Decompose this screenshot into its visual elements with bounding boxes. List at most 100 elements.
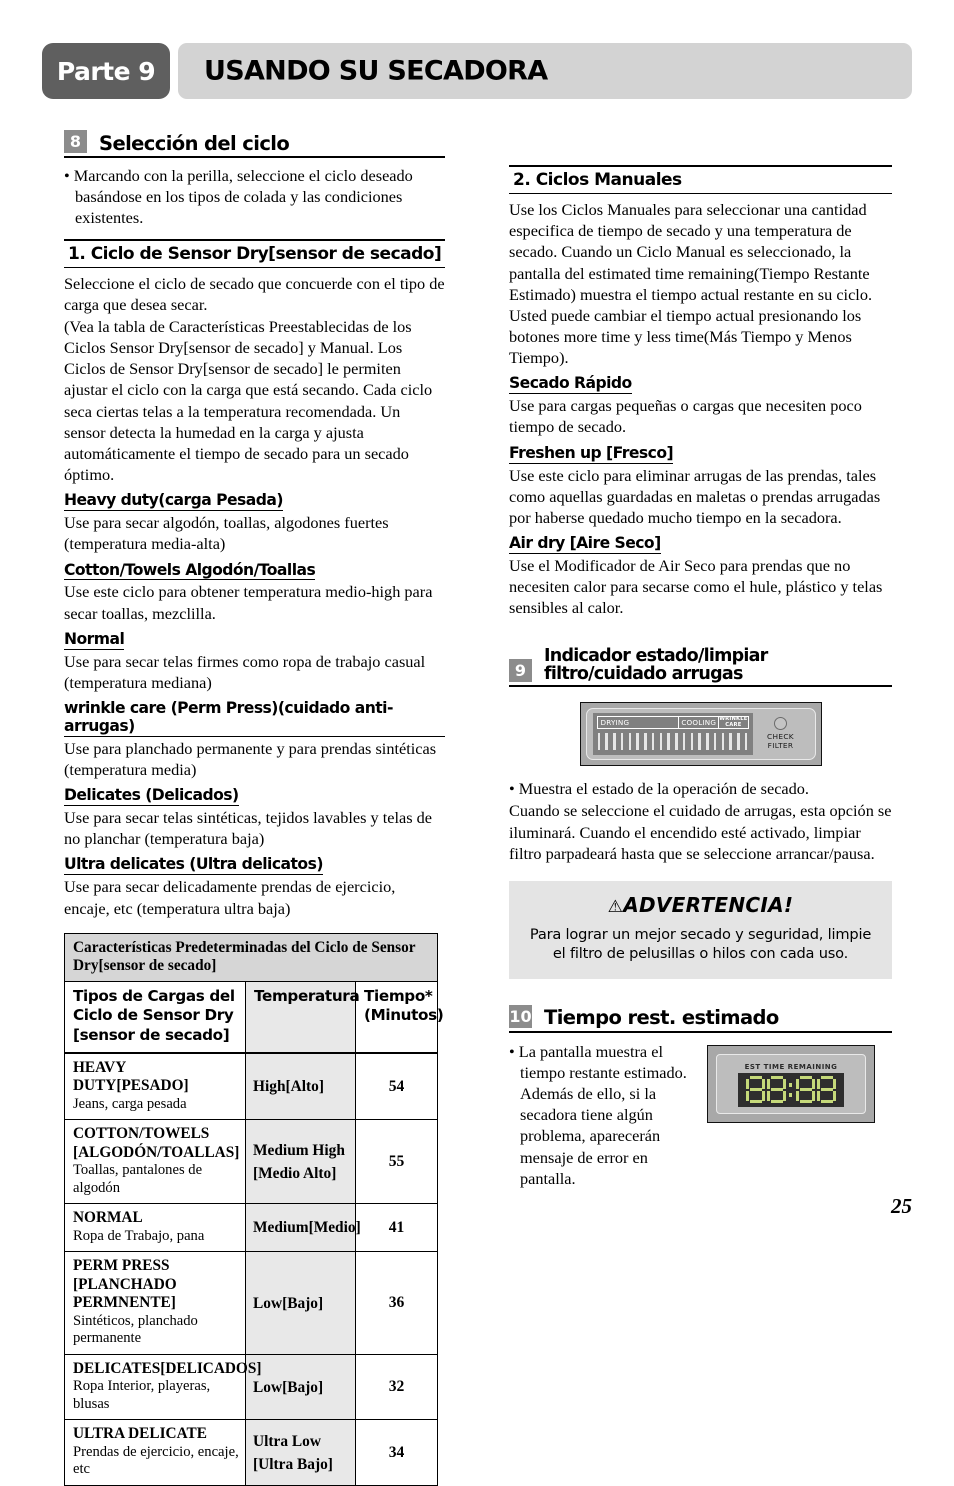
cycle-term: Air dry [Aire Seco] bbox=[509, 534, 661, 554]
warning-title-row: ⚠ADVERTENCIA! bbox=[523, 893, 878, 917]
check-filter-label-line2: FILTER bbox=[767, 741, 794, 751]
cell-time: 41 bbox=[354, 1203, 439, 1253]
cycle-entry-normal: Normal bbox=[64, 625, 445, 651]
cycle-term: Freshen up [Fresco] bbox=[509, 443, 674, 464]
cycle-term: Secado Rápido bbox=[509, 374, 632, 395]
cycle-description: Use para cargas pequeñas o cargas que ne… bbox=[509, 396, 862, 437]
load-detail: Ropa Interior, playeras, blusas bbox=[73, 1378, 211, 1412]
section-10-title: Tiempo rest. estimado bbox=[544, 1006, 779, 1030]
bar-segment bbox=[737, 733, 740, 751]
table-row: NORMAL Ropa de Trabajo, pana Medium[Medi… bbox=[64, 1203, 439, 1253]
cell-load: HEAVY DUTY[PESADO] Jeans, carga pesada bbox=[64, 1052, 246, 1121]
section-10-number: 10 bbox=[509, 1004, 532, 1028]
cycle-entry-heavy-duty: Heavy duty(carga Pesada) bbox=[64, 486, 445, 512]
cycle-entry-wrinkle-care: wrinkle care (Perm Press)(cuidado anti-a… bbox=[64, 694, 445, 738]
cycle-description: Use este ciclo para obtener temperatura … bbox=[64, 582, 433, 623]
bar-segment bbox=[706, 733, 709, 751]
bar-segment bbox=[744, 733, 748, 751]
cycle-entry-cotton-towels: Cotton/Towels Algodón/Toallas bbox=[64, 556, 445, 582]
led-digit-2 bbox=[767, 1076, 786, 1104]
cell-temperature: Medium High [Medio Alto] bbox=[245, 1119, 356, 1205]
bar-segment bbox=[675, 733, 678, 751]
bar-segment bbox=[613, 733, 616, 751]
check-filter-led-icon bbox=[774, 717, 787, 731]
subsection-1-paragraph-1: Seleccione el ciclo de secado que concue… bbox=[64, 273, 445, 314]
cycle-description: Use el Modificador de Air Seco para pren… bbox=[509, 556, 883, 618]
table-row: PERM PRESS [PLANCHADO PERMNENTE] Sintéti… bbox=[64, 1251, 439, 1355]
wrinkle-care-label-line2: CARE bbox=[725, 721, 742, 728]
cycle-term: Cotton/Towels Algodón/Toallas bbox=[64, 560, 316, 581]
page-title: USANDO SU SECADORA bbox=[204, 55, 548, 87]
section-10-bullet: • La pantalla muestra el tiempo restante… bbox=[509, 1041, 687, 1188]
cycle-description: Use para secar algodón, toallas, algodon… bbox=[64, 513, 389, 554]
load-title: HEAVY DUTY[PESADO] bbox=[73, 1058, 189, 1095]
cycle-description: Use para secar telas sintéticas, tejidos… bbox=[64, 808, 432, 849]
cycle-entry-air-dry: Air dry [Aire Seco] bbox=[509, 529, 892, 555]
sensor-dry-specs-table: Características Predeterminadas del Cicl… bbox=[63, 932, 444, 1486]
est-time-remaining-caption: EST TIME REMAINING bbox=[744, 1062, 838, 1071]
cycle-term: Delicates (Delicados) bbox=[64, 786, 239, 807]
subsection-2-heading: 2. Ciclos Manuales bbox=[509, 165, 892, 194]
right-column: 2. Ciclos Manuales Use los Ciclos Manual… bbox=[509, 155, 892, 1192]
cell-temperature: Low[Bajo] bbox=[245, 1251, 356, 1355]
panel-status-labels: DRYING COOLING WRINKLE CARE bbox=[596, 716, 749, 730]
cycle-description: Use para secar telas firmes como ropa de… bbox=[64, 651, 426, 692]
bar-segment bbox=[721, 733, 725, 751]
cell-temperature: High[Alto] bbox=[245, 1052, 356, 1121]
cycle-term: wrinkle care (Perm Press)(cuidado anti-a… bbox=[64, 699, 445, 737]
bar-segment bbox=[690, 733, 694, 751]
bar-segment bbox=[682, 733, 686, 751]
subsection-1-paragraph-2: (Vea la tabla de Características Preesta… bbox=[64, 316, 433, 485]
table-row: ULTRA DELICATE Prendas de ejercicio, enc… bbox=[64, 1419, 439, 1486]
section-9-title: Indicador estado/limpiar filtro/cuidado … bbox=[544, 645, 768, 684]
bar-segment bbox=[667, 733, 670, 751]
cycle-description: Use para secar delicadamente prendas de … bbox=[64, 877, 396, 918]
load-title: DELICATES[DELICADOS] bbox=[73, 1359, 262, 1377]
cooling-label: COOLING bbox=[678, 716, 719, 730]
section-8-title: Selección del ciclo bbox=[99, 131, 290, 155]
section-10-heading: 10 Tiempo rest. estimado bbox=[509, 1004, 892, 1033]
column-header-time-line1: Tiempo* bbox=[364, 987, 433, 1006]
cell-time: 54 bbox=[354, 1052, 439, 1121]
bar-segment bbox=[636, 733, 639, 751]
progress-bar-segments bbox=[597, 733, 748, 751]
cell-temperature: Low[Bajo] bbox=[245, 1353, 356, 1421]
section-10-text: • La pantalla muestra el tiempo restante… bbox=[509, 1041, 695, 1192]
cell-temperature: Medium[Medio] bbox=[245, 1203, 361, 1253]
cycle-entry-freshen-up: Freshen up [Fresco] bbox=[509, 439, 892, 465]
led-screen bbox=[738, 1072, 844, 1107]
bar-segment bbox=[729, 733, 732, 751]
bar-segment bbox=[605, 733, 608, 751]
load-detail: Prendas de ejercicio, encaje, etc bbox=[73, 1443, 239, 1478]
status-indicator-panel-figure: DRYING COOLING WRINKLE CARE CHECK FILTER bbox=[579, 702, 822, 767]
cycle-term: Ultra delicates (Ultra delicatos) bbox=[64, 855, 323, 876]
cycle-description: Use este ciclo para eliminar arrugas de … bbox=[509, 465, 881, 527]
column-header-time: Tiempo* (Minutos) bbox=[354, 981, 444, 1054]
column-header-time-line2: (Minutos) bbox=[364, 1006, 444, 1025]
column-header-loads-line3: [sensor de secado] bbox=[73, 1025, 230, 1044]
cycle-term: Heavy duty(carga Pesada) bbox=[64, 491, 283, 512]
wrinkle-care-label: WRINKLE CARE bbox=[718, 716, 749, 730]
table-row: HEAVY DUTY[PESADO] Jeans, carga pesada H… bbox=[64, 1052, 439, 1121]
led-digit-1 bbox=[746, 1076, 765, 1104]
bar-segment bbox=[628, 733, 632, 751]
led-digit-4 bbox=[817, 1076, 836, 1104]
section-8-number: 8 bbox=[64, 130, 87, 153]
est-time-remaining-figure: EST TIME REMAINING bbox=[707, 1044, 875, 1123]
table-row: COTTON/TOWELS [ALGODÓN/TOALLAS] Toallas,… bbox=[64, 1119, 439, 1205]
bar-segment bbox=[651, 733, 655, 751]
section-8-heading: 8 Selección del ciclo bbox=[64, 130, 445, 158]
panel-screen: DRYING COOLING WRINKLE CARE bbox=[592, 713, 753, 756]
page-header: Parte 9 USANDO SU SECADORA bbox=[42, 43, 912, 99]
cell-time: 55 bbox=[354, 1119, 439, 1205]
cell-load: DELICATES[DELICADOS] Ropa Interior, play… bbox=[64, 1353, 261, 1421]
column-header-loads-line1: Tipos de Cargas del bbox=[73, 987, 235, 1006]
led-inner: EST TIME REMAINING bbox=[716, 1053, 866, 1114]
cell-time: 36 bbox=[354, 1251, 439, 1355]
led-colon-icon bbox=[788, 1076, 794, 1103]
table-caption: Características Predeterminadas del Cicl… bbox=[63, 932, 439, 982]
cycle-entry-ultra-delicates: Ultra delicates (Ultra delicatos) bbox=[64, 850, 445, 876]
cell-load: ULTRA DELICATE Prendas de ejercicio, enc… bbox=[64, 1419, 246, 1486]
cell-temperature: Ultra Low [Ultra Bajo] bbox=[245, 1419, 356, 1486]
bar-segment bbox=[597, 733, 601, 751]
